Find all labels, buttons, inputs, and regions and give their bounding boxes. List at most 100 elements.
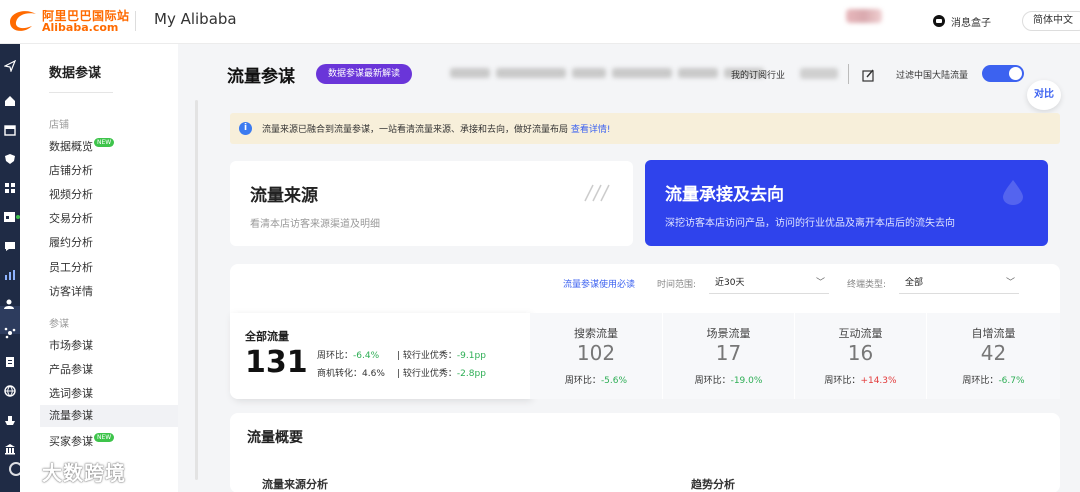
- stat-label: 互动流量: [838, 327, 883, 340]
- stat-change: 周环比：+14.3%: [795, 373, 926, 386]
- sidebar-item-data-overview[interactable]: 数据概览 NEW: [49, 138, 115, 154]
- sidebar-item-store-analysis[interactable]: 店铺分析: [49, 162, 93, 178]
- store-icon[interactable]: [4, 124, 16, 136]
- time-range-select[interactable]: 近30天 ﹀: [709, 272, 829, 294]
- traffic-stats-panel: 流量参谋使用必读 时间范围: 近30天 ﹀ 终端类型: 全部 ﹀ 全部流量 13…: [230, 264, 1060, 399]
- data-advisor-sidebar: 数据参谋 店铺 数据概览 NEW 店铺分析 视频分析 交易分析 履约分析 员工分析…: [20, 44, 198, 492]
- stat-change: 周环比：-6.7%: [927, 373, 1060, 386]
- inbox-button[interactable]: 消息盒子: [932, 13, 991, 29]
- industry-metric: | 较行业优秀：-9.1pp: [397, 351, 486, 361]
- traffic-flow-title: 流量承接及去向: [665, 185, 784, 205]
- industry-value: -9.1pp: [456, 351, 486, 361]
- traffic-overview-panel: 流量概要 流量来源分析 趋势分析: [230, 413, 1060, 492]
- blurred-industry-value: [800, 68, 838, 79]
- watermark-logo-icon: [9, 462, 35, 476]
- traffic-flow-card[interactable]: 流量承接及去向 深挖访客本店访问产品，访问的行业优品及离开本店后的流失去向: [645, 160, 1048, 246]
- globe-icon[interactable]: [4, 385, 16, 397]
- alibaba-logo-icon: [10, 11, 36, 31]
- scene-traffic-tile[interactable]: 场景流量 17 周环比：-19.0%: [663, 313, 794, 399]
- sidebar-item-trade-analysis[interactable]: 交易分析: [49, 210, 93, 226]
- compare-button[interactable]: 对比: [1027, 80, 1061, 110]
- sidebar-item-buyer-advisor[interactable]: 买家参谋 NEW: [49, 433, 115, 449]
- new-badge: NEW: [94, 433, 115, 442]
- toggle-knob: [1009, 67, 1022, 80]
- latest-insights-button[interactable]: 数据参谋最新解读: [316, 64, 412, 84]
- stat-change-label: 周环比：: [694, 376, 731, 386]
- notice-details-link[interactable]: 查看详情!: [571, 125, 611, 135]
- terminal-type-select[interactable]: 全部 ﹀: [899, 272, 1019, 294]
- sidebar-group-store: 店铺: [49, 120, 69, 131]
- chat-icon[interactable]: [4, 240, 16, 252]
- sidebar-group-advisor: 参谋: [49, 319, 69, 330]
- sidebar-item-product-advisor[interactable]: 产品参谋: [49, 361, 93, 377]
- new-badge: NEW: [94, 138, 115, 147]
- overview-title: 流量概要: [247, 430, 303, 446]
- traffic-source-title: 流量来源: [250, 186, 318, 206]
- stat-change-value: +14.3%: [860, 376, 897, 386]
- notice-message: 流量来源已融合到流量参谋，一站看清流量来源、承接和去向，做好流量布局: [262, 125, 569, 135]
- header-divider: [135, 11, 136, 31]
- bar-chart-icon[interactable]: [4, 269, 16, 281]
- sidebar-item-label: 数据概览: [49, 140, 93, 153]
- inbox-label: 消息盒子: [951, 17, 991, 29]
- sidebar-item-visitor-details[interactable]: 访客详情: [49, 283, 93, 299]
- stat-change-label: 周环比：: [962, 376, 999, 386]
- ship-icon[interactable]: [4, 414, 16, 426]
- sidebar-item-video-analysis[interactable]: 视频分析: [49, 186, 93, 202]
- send-icon[interactable]: [4, 60, 16, 72]
- filter-mainland-toggle[interactable]: [982, 65, 1024, 82]
- app-title[interactable]: My Alibaba: [154, 10, 237, 28]
- grid-icon[interactable]: [4, 182, 16, 194]
- page-title: 流量参谋: [227, 67, 295, 87]
- stat-label: 自增流量: [971, 327, 1016, 340]
- traffic-flow-desc: 深挖访客本店访问产品，访问的行业优品及离开本店后的流失去向: [665, 218, 955, 229]
- edit-icon[interactable]: [862, 67, 875, 86]
- water-drop-icon: [1003, 180, 1023, 205]
- sidebar-scrollbar[interactable]: [195, 100, 198, 480]
- notice-banner: i 流量来源已融合到流量参谋，一站看清流量来源、承接和去向，做好流量布局 查看详…: [230, 113, 1060, 144]
- help-guide-link[interactable]: 流量参谋使用必读: [563, 277, 635, 290]
- language-select[interactable]: 简体中文: [1022, 11, 1080, 31]
- stat-change-label: 周环比：: [824, 376, 861, 386]
- sidebar-item-staff-analysis[interactable]: 员工分析: [49, 259, 93, 275]
- wow-value: -6.4%: [353, 351, 380, 361]
- alibaba-logo[interactable]: 阿里巴巴国际站 Alibaba.com: [6, 6, 129, 36]
- interactive-traffic-tile[interactable]: 互动流量 16 周环比：+14.3%: [795, 313, 926, 399]
- sidebar-item-keyword-advisor[interactable]: 选词参谋: [49, 385, 93, 401]
- watermark: 大数跨境: [8, 456, 126, 486]
- terminal-type-value: 全部: [905, 278, 924, 288]
- chevron-down-icon: ﹀: [1005, 278, 1015, 288]
- blurred-user-name[interactable]: [846, 9, 882, 23]
- search-traffic-tile[interactable]: 搜索流量 102 周环比：-5.6%: [530, 313, 662, 399]
- total-traffic-card[interactable]: 全部流量 131 周环比：-6.4% | 较行业优秀：-9.1pp 商机转化：4…: [230, 313, 530, 399]
- chevron-down-icon: ﹀: [815, 278, 825, 288]
- sidebar-item-label: 买家参谋: [49, 435, 93, 448]
- bank-icon[interactable]: [4, 443, 16, 455]
- icon-rail: [0, 44, 20, 492]
- sidebar-item-fulfillment-analysis[interactable]: 履约分析: [49, 234, 93, 250]
- conversion-label: 商机转化：: [317, 369, 363, 379]
- users-icon[interactable]: [4, 298, 16, 310]
- traffic-source-card[interactable]: 流量来源 看清本店访客来源渠道及明细: [230, 161, 633, 246]
- sidebar-item-market-advisor[interactable]: 市场参谋: [49, 337, 93, 353]
- blurred-store-info: [450, 68, 764, 80]
- conversion-industry-metric: | 较行业优秀：-2.8pp: [397, 369, 486, 379]
- sidebar-item-traffic-advisor[interactable]: 流量参谋: [40, 405, 178, 427]
- document-icon[interactable]: [4, 356, 16, 368]
- traffic-lines-icon: [584, 184, 610, 202]
- network-icon[interactable]: [4, 327, 16, 339]
- sidebar-title: 数据参谋: [49, 66, 102, 81]
- stat-change-label: 周环比：: [564, 376, 601, 386]
- shield-icon[interactable]: [4, 153, 16, 165]
- terminal-type-label: 终端类型:: [847, 280, 887, 290]
- header-separator: [848, 64, 849, 84]
- time-range-value: 近30天: [715, 278, 745, 288]
- inbox-icon: [933, 15, 945, 27]
- calendar-icon[interactable]: [4, 211, 20, 223]
- organic-traffic-tile[interactable]: 自增流量 42 周环比：-6.7%: [927, 313, 1060, 399]
- conversion-value: 4.6%: [362, 369, 385, 379]
- wow-metric: 周环比：-6.4%: [317, 348, 379, 361]
- watermark-text: 大数跨境: [42, 460, 126, 485]
- stat-change: 周环比：-19.0%: [663, 373, 794, 386]
- home-icon[interactable]: [4, 95, 16, 107]
